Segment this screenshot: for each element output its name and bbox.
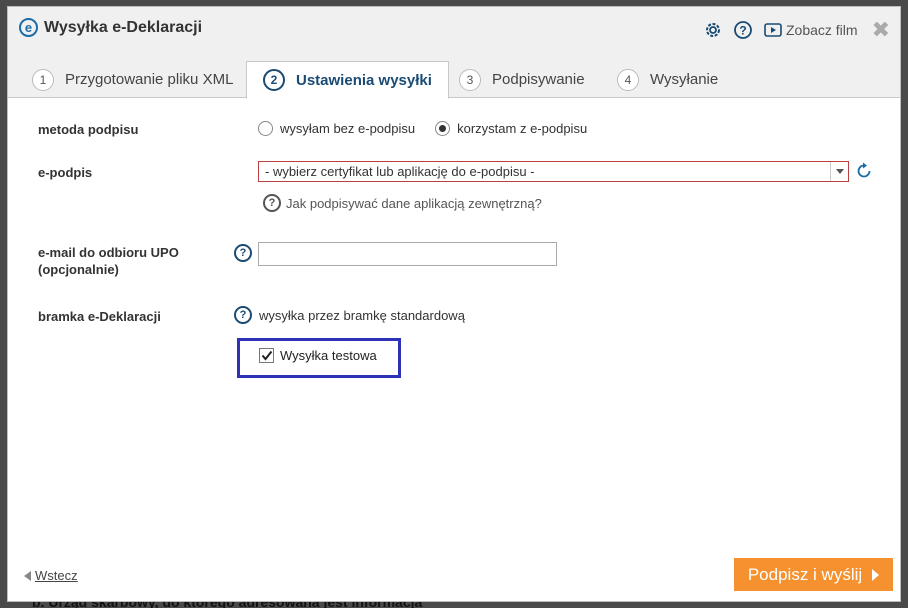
back-label: Wstecz (35, 568, 78, 583)
tab-number: 2 (263, 69, 285, 91)
tab-sending[interactable]: 4 Wysyłanie (617, 61, 718, 98)
question-icon: ? (263, 194, 281, 212)
gateway-label: bramka e-Deklaracji (38, 309, 161, 324)
checkbox-checked[interactable] (259, 348, 274, 363)
upo-email-label-line2: (opcjonalnie) (38, 262, 119, 277)
test-send-label: Wysyłka testowa (280, 348, 377, 363)
radio-without-signature[interactable]: wysyłam bez e-podpisu (258, 121, 415, 136)
triangle-right-icon (872, 568, 880, 581)
tab-xml[interactable]: 1 Przygotowanie pliku XML (32, 61, 233, 98)
gateway-help-icon[interactable]: ? (234, 306, 252, 324)
watch-film-button[interactable]: Zobacz film (764, 22, 858, 38)
gateway-row: ? wysyłka przez bramkę standardową (234, 306, 465, 324)
test-send-checkbox[interactable]: Wysyłka testowa (259, 348, 377, 363)
radio-with-signature[interactable]: korzystam z e-podpisu (435, 121, 587, 136)
tab-label: Podpisywanie (492, 71, 585, 88)
checkmark-icon (261, 350, 272, 361)
triangle-left-icon (24, 570, 31, 581)
email-help-icon[interactable]: ? (234, 244, 252, 262)
tab-signing[interactable]: 3 Podpisywanie (459, 61, 585, 98)
tab-label: Przygotowanie pliku XML (65, 71, 234, 88)
back-link[interactable]: Wstecz (24, 568, 78, 583)
radio-label: wysyłam bez e-podpisu (280, 121, 416, 136)
dialog-header: e Wysyłka e-Deklaracji ? Zobacz film ✖ (8, 7, 900, 53)
dialog-title: Wysyłka e-Deklaracji (44, 18, 203, 36)
gear-icon[interactable] (702, 19, 724, 41)
help-icon[interactable]: ? (732, 19, 754, 41)
watch-film-label: Zobacz film (785, 22, 858, 38)
signature-method-group: wysyłam bez e-podpisu korzystam z e-podp… (258, 121, 607, 136)
refresh-icon[interactable] (854, 161, 874, 181)
tab-label: Wysyłanie (650, 71, 719, 88)
tab-number: 3 (459, 68, 481, 91)
upo-email-label-line1: e-mail do odbioru UPO (38, 245, 179, 260)
edeklaracje-logo-icon: e (19, 18, 38, 37)
radio-circle-selected[interactable] (435, 121, 451, 136)
external-signing-help-link[interactable]: ? Jak podpisywać dane aplikacją zewnętrz… (263, 194, 542, 212)
certificate-select[interactable]: - wybierz certyfikat lub aplikację do e-… (258, 161, 849, 182)
chevron-down-icon[interactable] (830, 162, 848, 181)
svg-text:?: ? (739, 24, 746, 38)
tab-number: 4 (617, 68, 639, 91)
signature-method-label: metoda podpisu (38, 122, 139, 137)
upo-email-label: e-mail do odbioru UPO (opcjonalnie) (38, 245, 179, 277)
tab-number: 1 (32, 68, 54, 91)
sign-and-send-button[interactable]: Podpisz i wyślij (734, 558, 893, 591)
upo-email-input[interactable] (258, 242, 557, 266)
tab-settings[interactable]: 2 Ustawienia wysyłki (246, 61, 449, 99)
radio-label: korzystam z e-podpisu (457, 121, 588, 136)
epodpis-label: e-podpis (38, 165, 93, 180)
help-link-label: Jak podpisywać dane aplikacją zewnętrzną… (286, 195, 542, 211)
sign-and-send-label: Podpisz i wyślij (747, 564, 863, 584)
wizard-tabs: 1 Przygotowanie pliku XML 2 Ustawienia w… (8, 53, 900, 99)
send-dialog: e Wysyłka e-Deklaracji ? Zobacz film ✖ 1… (7, 6, 901, 602)
gateway-value: wysyłka przez bramkę standardową (259, 307, 465, 323)
tab-label: Ustawienia wysyłki (296, 71, 432, 89)
radio-circle[interactable] (258, 121, 273, 136)
close-icon[interactable]: ✖ (872, 19, 890, 41)
certificate-select-value: - wybierz certyfikat lub aplikację do e-… (265, 164, 535, 179)
video-icon (764, 23, 782, 37)
